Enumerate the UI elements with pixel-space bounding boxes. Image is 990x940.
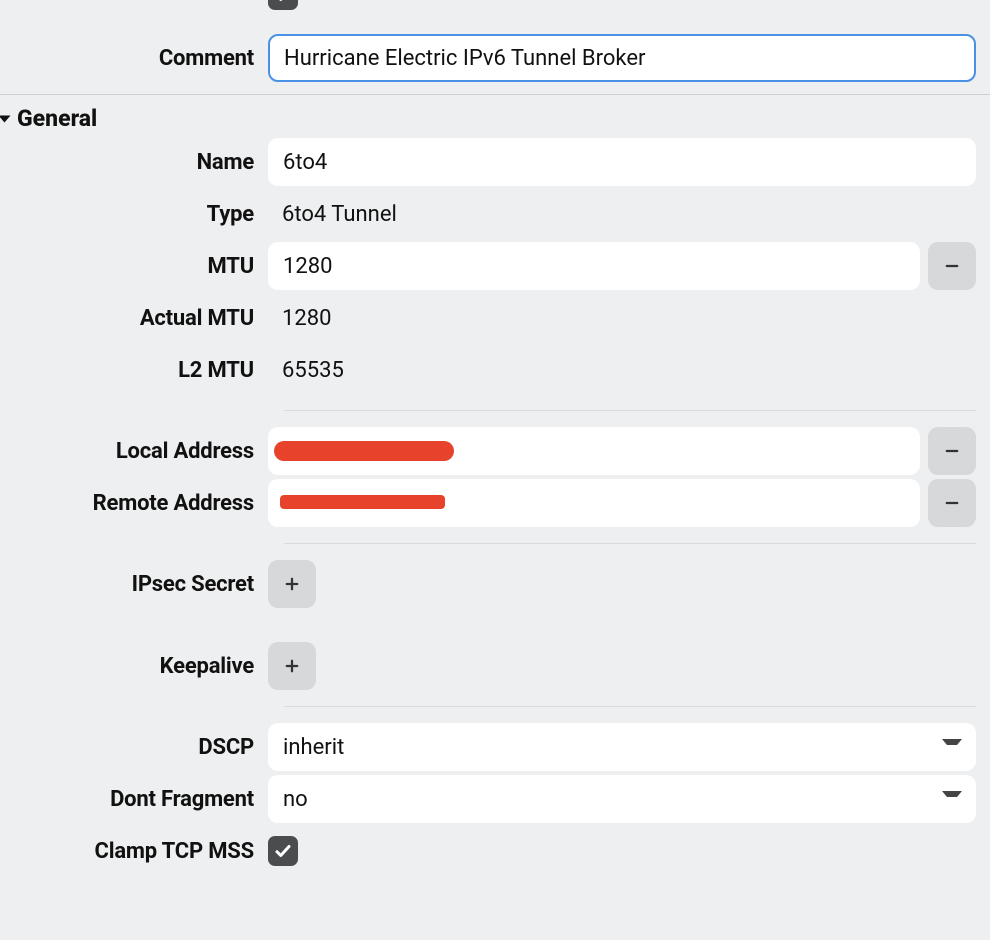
local-address-clear-button[interactable] bbox=[928, 427, 976, 475]
l2-mtu-value: 65535 bbox=[268, 358, 344, 383]
actual-mtu-label: Actual MTU bbox=[0, 306, 268, 331]
actual-mtu-value: 1280 bbox=[268, 306, 331, 331]
check-icon bbox=[274, 0, 292, 4]
remote-address-label: Remote Address bbox=[0, 491, 268, 516]
dscp-select[interactable] bbox=[268, 723, 976, 771]
keepalive-add-button[interactable] bbox=[268, 642, 316, 690]
ipsec-secret-add-button[interactable] bbox=[268, 560, 316, 608]
enabled-checkbox[interactable] bbox=[268, 0, 298, 10]
keepalive-label: Keepalive bbox=[0, 654, 268, 679]
dscp-label: DSCP bbox=[0, 735, 268, 760]
comment-label: Comment bbox=[0, 46, 268, 71]
redaction-mark bbox=[274, 441, 454, 461]
local-address-label: Local Address bbox=[0, 439, 268, 464]
check-icon bbox=[274, 842, 292, 860]
field-separator bbox=[284, 410, 976, 411]
comment-input[interactable] bbox=[268, 34, 976, 82]
clamp-tcp-mss-label: Clamp TCP MSS bbox=[0, 839, 268, 864]
field-separator bbox=[284, 543, 976, 544]
clamp-tcp-mss-checkbox[interactable] bbox=[268, 836, 298, 866]
name-input[interactable] bbox=[268, 138, 976, 186]
dont-fragment-label: Dont Fragment bbox=[0, 787, 268, 812]
plus-icon bbox=[283, 657, 301, 675]
plus-icon bbox=[283, 575, 301, 593]
mtu-clear-button[interactable] bbox=[928, 242, 976, 290]
type-label: Type bbox=[0, 202, 268, 227]
dont-fragment-select[interactable] bbox=[268, 775, 976, 823]
name-label: Name bbox=[0, 150, 268, 175]
section-header-general[interactable]: General bbox=[0, 95, 990, 136]
ipsec-secret-label: IPsec Secret bbox=[0, 572, 268, 597]
caret-down-icon bbox=[0, 115, 11, 122]
minus-icon bbox=[943, 442, 961, 460]
remote-address-clear-button[interactable] bbox=[928, 479, 976, 527]
type-value: 6to4 Tunnel bbox=[268, 202, 397, 227]
redaction-mark bbox=[280, 495, 445, 509]
minus-icon bbox=[943, 494, 961, 512]
enabled-label: Enabled bbox=[0, 0, 268, 3]
mtu-input[interactable] bbox=[268, 242, 920, 290]
field-separator bbox=[284, 706, 976, 707]
mtu-label: MTU bbox=[0, 254, 268, 279]
minus-icon bbox=[943, 257, 961, 275]
l2-mtu-label: L2 MTU bbox=[0, 358, 268, 383]
section-title: General bbox=[17, 105, 97, 132]
